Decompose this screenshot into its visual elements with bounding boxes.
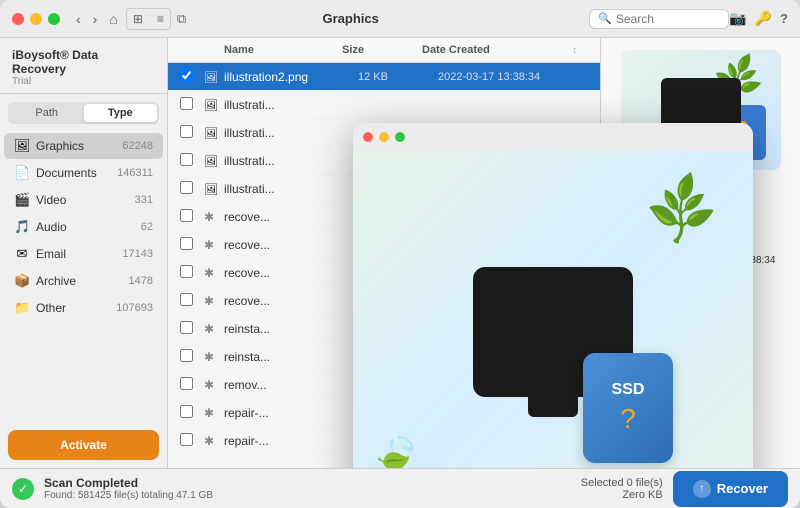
popup-maximize-button[interactable] [395,132,405,142]
popup-monitor-stand [528,397,578,417]
path-type-tabs: Path Type [8,102,159,124]
sidebar-item-label: Other [36,301,110,315]
row-checkbox[interactable] [180,181,193,194]
row-checkbox[interactable] [180,321,193,334]
popup-leaf-2: 🍃 [366,419,429,468]
sidebar-item-count: 17143 [122,248,153,260]
sidebar-item-label: Audio [36,220,135,234]
close-button[interactable] [12,13,24,25]
search-bar: 🔍 [589,9,729,29]
row-checkbox[interactable] [180,237,193,250]
app-header: iBoysoft® Data Recovery Trial [0,38,167,94]
selected-files-count: Selected 0 file(s) [581,477,663,489]
titlebar-icons: 📷 🔑 ? [729,10,788,27]
row-checkbox[interactable] [180,69,193,82]
other-icon: 📁 [14,300,30,316]
video-icon: 🎬 [14,192,30,208]
sidebar-item-count: 62248 [122,140,153,152]
minimize-button[interactable] [30,13,42,25]
name-col-header: Name [224,44,342,56]
sidebar-item-count: 107693 [116,302,153,314]
sidebar-item-count: 331 [135,194,153,206]
date-col-header: Date Created [422,44,572,56]
sidebar-item-documents[interactable]: 📄 Documents 146311 [4,160,163,186]
trial-badge: Trial [12,76,155,87]
popup-overlay: 🌿 🍃 SSD ? [353,123,753,468]
traffic-lights [12,13,60,25]
sidebar-item-archive[interactable]: 📦 Archive 1478 [4,268,163,294]
help-icon[interactable]: ? [780,11,788,26]
sidebar-list: 🖼 Graphics 62248 📄 Documents 146311 🎬 Vi… [0,128,167,422]
main-content: iBoysoft® Data Recovery Trial Path Type … [0,38,800,468]
sidebar-item-count: 62 [141,221,153,233]
scroll-col-header: ↕ [572,44,588,56]
tab-type[interactable]: Type [84,104,158,122]
email-icon: ✉ [14,246,30,262]
recover-label: Recover [717,481,768,496]
row-checkbox[interactable] [180,433,193,446]
sidebar-item-count: 1478 [129,275,153,287]
row-checkbox[interactable] [180,125,193,138]
scan-detail: Found: 581425 file(s) totaling 47.1 GB [44,490,571,501]
row-checkbox[interactable] [180,293,193,306]
sidebar-item-video[interactable]: 🎬 Video 331 [4,187,163,213]
size-col-header: Size [342,44,422,56]
row-checkbox[interactable] [180,209,193,222]
file-list-header: Name Size Date Created ↕ [168,38,600,63]
table-row[interactable]: 🖼 illustrati... [168,91,600,119]
search-input[interactable] [616,12,720,26]
scan-status-text: Scan Completed Found: 581425 file(s) tot… [44,476,571,501]
popup-ssd-label: SSD [612,381,645,399]
sidebar-item-graphics[interactable]: 🖼 Graphics 62248 [4,133,163,159]
scan-complete-icon: ✓ [12,478,34,500]
sidebar-item-email[interactable]: ✉ Email 17143 [4,241,163,267]
content-area: Name Size Date Created ↕ 🖼 illustration2… [168,38,800,468]
sidebar-item-audio[interactable]: 🎵 Audio 62 [4,214,163,240]
back-button[interactable]: ‹ [72,9,85,29]
documents-icon: 📄 [14,165,30,181]
activate-button[interactable]: Activate [8,430,159,460]
search-icon: 🔍 [598,12,612,25]
sidebar-item-other[interactable]: 📁 Other 107693 [4,295,163,321]
titlebar: ‹ › ⌂ ⊞ ≡ ⧉ Graphics 🔍 📷 🔑 ? [0,0,800,38]
status-bar: ✓ Scan Completed Found: 581425 file(s) t… [0,468,800,508]
audio-icon: 🎵 [14,219,30,235]
window-title: Graphics [112,11,589,26]
app-name: iBoysoft® Data Recovery [12,48,155,76]
forward-button[interactable]: › [89,9,102,29]
row-checkbox[interactable] [180,153,193,166]
row-checkbox[interactable] [180,265,193,278]
sidebar-item-label: Video [36,193,129,207]
popup-leaf-1: 🌿 [640,169,723,251]
sidebar-item-label: Documents [36,166,111,180]
popup-titlebar [353,123,753,151]
popup-ssd-question: ? [620,403,636,435]
sidebar-item-label: Graphics [36,139,116,153]
row-checkbox[interactable] [180,377,193,390]
sidebar-item-label: Archive [36,274,123,288]
row-checkbox[interactable] [180,349,193,362]
camera-icon[interactable]: 📷 [729,10,746,27]
popup-minimize-button[interactable] [379,132,389,142]
table-row[interactable]: 🖼 illustration2.png 12 KB 2022-03-17 13:… [168,63,600,91]
archive-icon: 📦 [14,273,30,289]
scan-title: Scan Completed [44,476,571,490]
nav-arrows: ‹ › [72,9,101,29]
recover-button[interactable]: ↑ Recover [673,471,788,507]
row-checkbox[interactable] [180,97,193,110]
selected-size: Zero KB [581,489,663,501]
popup-content: 🌿 🍃 SSD ? [353,151,753,468]
sidebar-item-count: 146311 [117,167,153,179]
graphics-icon: 🖼 [14,138,30,154]
sidebar: iBoysoft® Data Recovery Trial Path Type … [0,38,168,468]
popup-ssd: SSD ? [583,353,673,463]
key-icon[interactable]: 🔑 [755,10,772,27]
row-checkbox[interactable] [180,405,193,418]
sidebar-item-label: Email [36,247,116,261]
maximize-button[interactable] [48,13,60,25]
selected-info: Selected 0 file(s) Zero KB [581,477,663,501]
recover-icon: ↑ [693,480,711,498]
tab-path[interactable]: Path [10,104,84,122]
popup-close-button[interactable] [363,132,373,142]
